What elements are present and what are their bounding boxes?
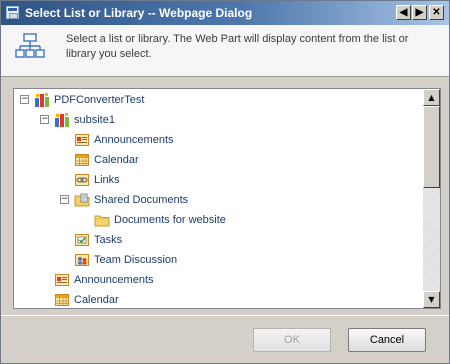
tree-item-label[interactable]: Links — [94, 171, 120, 189]
close-icon[interactable]: ✕ — [429, 5, 444, 20]
folder-icon — [94, 212, 110, 228]
calendar-list-icon — [74, 152, 90, 168]
site-hierarchy-icon — [15, 33, 45, 58]
tree-content: − PDFConverterTest − subsite1 Announcements C… — [14, 89, 424, 308]
collapse-toggle-icon[interactable]: − — [40, 115, 49, 124]
announcements-list-icon — [74, 132, 90, 148]
dialog-window: Select List or Library -- Webpage Dialog… — [0, 0, 450, 364]
window-title: Select List or Library -- Webpage Dialog — [25, 6, 253, 20]
calendar-list-icon — [54, 292, 70, 308]
dialog-description: Select a list or library. The Web Part w… — [66, 33, 409, 60]
dialog-header: Select a list or library. The Web Part w… — [1, 25, 449, 77]
tree-item-label[interactable]: Tasks — [94, 231, 122, 249]
tree-item-label[interactable]: Announcements — [74, 271, 154, 289]
discussion-list-icon — [74, 252, 90, 268]
scroll-down-icon[interactable]: ▼ — [423, 291, 440, 308]
scroll-up-icon[interactable]: ▲ — [423, 89, 440, 106]
scroll-thumb[interactable] — [423, 106, 440, 188]
tree-item-label[interactable]: subsite1 — [74, 111, 115, 129]
tree-item-label[interactable]: Team Discussion — [94, 251, 177, 269]
tree-item-label[interactable]: PDFConverterTest — [54, 91, 144, 109]
tree-item-tasks[interactable]: Tasks — [14, 231, 414, 249]
tree-item-label[interactable]: Calendar — [74, 291, 119, 308]
tree-item-pdfconvertertest[interactable]: − PDFConverterTest — [14, 91, 414, 109]
window-icon — [6, 6, 19, 19]
back-icon[interactable]: ◀ — [396, 5, 411, 20]
collapse-toggle-icon[interactable]: − — [60, 195, 69, 204]
tree-item-team-discussion[interactable]: Team Discussion — [14, 251, 414, 269]
vertical-scrollbar[interactable]: ▲ ▼ — [423, 89, 440, 308]
announcements-list-icon — [54, 272, 70, 288]
tree-item-label[interactable]: Announcements — [94, 131, 174, 149]
tree-item-subsite1[interactable]: − subsite1 — [14, 111, 414, 129]
tree-item-calendar[interactable]: Calendar — [14, 291, 414, 308]
tree-item-label[interactable]: Calendar — [94, 151, 139, 169]
forward-icon[interactable]: ▶ — [412, 5, 427, 20]
tree-item-label[interactable]: Documents for website — [114, 211, 226, 229]
tree-item-links[interactable]: Links — [14, 171, 414, 189]
title-bar[interactable]: Select List or Library -- Webpage Dialog… — [1, 1, 449, 25]
document-library-icon — [74, 192, 90, 208]
site-icon — [54, 112, 70, 128]
cancel-button[interactable]: Cancel — [348, 328, 426, 352]
tree-item-calendar[interactable]: Calendar — [14, 151, 414, 169]
tree-item-shared-documents[interactable]: − Shared Documents — [14, 191, 414, 209]
tree-item-announcements[interactable]: Announcements — [14, 131, 414, 149]
tree-item-documents-for-website[interactable]: Documents for website — [14, 211, 414, 229]
dialog-footer: OK Cancel — [1, 315, 449, 363]
tree-item-announcements[interactable]: Announcements — [14, 271, 414, 289]
links-list-icon — [74, 172, 90, 188]
ok-button[interactable]: OK — [253, 328, 331, 352]
site-icon — [34, 92, 50, 108]
list-library-tree[interactable]: − PDFConverterTest − subsite1 Announcements C… — [13, 88, 441, 309]
tree-item-label[interactable]: Shared Documents — [94, 191, 188, 209]
tasks-list-icon — [74, 232, 90, 248]
collapse-toggle-icon[interactable]: − — [20, 95, 29, 104]
